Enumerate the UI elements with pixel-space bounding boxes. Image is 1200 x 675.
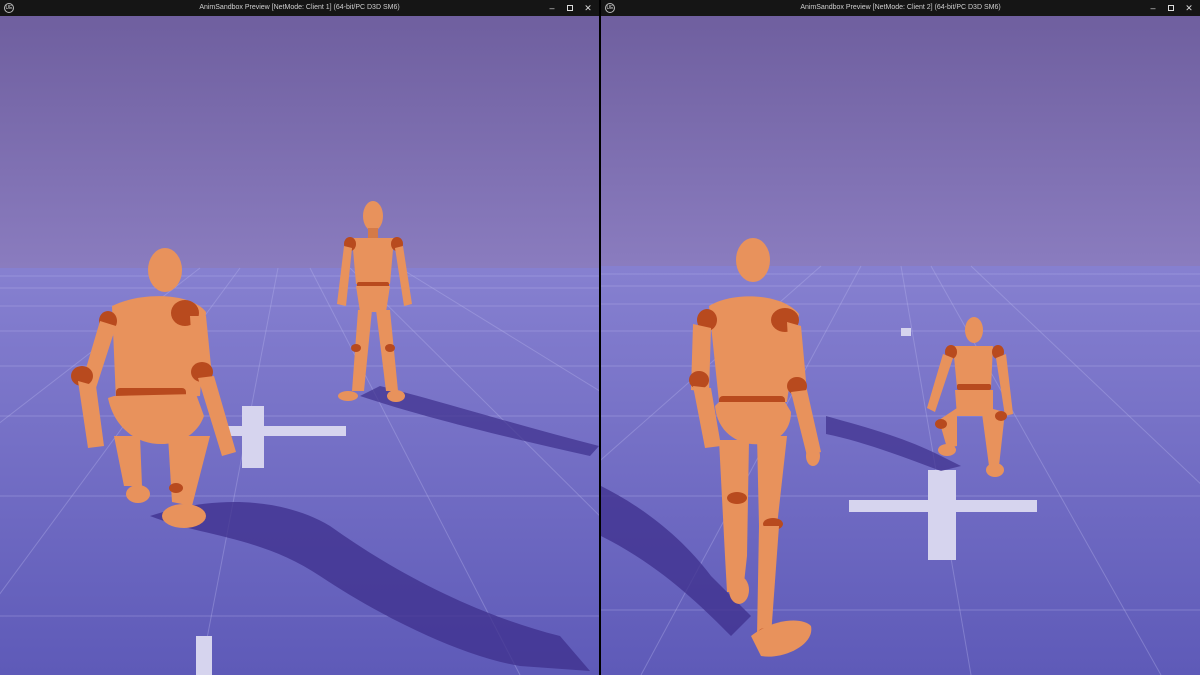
title-bar[interactable]: UE AnimSandbox Preview [NetMode: Client … <box>0 0 599 16</box>
window-title: AnimSandbox Preview [NetMode: Client 1] … <box>199 4 400 11</box>
scene-render <box>601 16 1200 675</box>
scene-render <box>0 16 599 675</box>
floor <box>601 266 1200 675</box>
game-viewport[interactable] <box>601 16 1200 675</box>
close-button[interactable]: ✕ <box>581 2 595 14</box>
game-viewport[interactable] <box>0 16 599 675</box>
maximize-button[interactable] <box>1164 2 1178 14</box>
client-2-window: UE AnimSandbox Preview [NetMode: Client … <box>601 0 1200 675</box>
minimize-button[interactable]: – <box>1146 2 1160 14</box>
minimize-button[interactable]: – <box>545 2 559 14</box>
client-1-window: UE AnimSandbox Preview [NetMode: Client … <box>0 0 599 675</box>
title-bar[interactable]: UE AnimSandbox Preview [NetMode: Client … <box>601 0 1200 16</box>
window-title: AnimSandbox Preview [NetMode: Client 2] … <box>800 4 1001 11</box>
close-button[interactable]: ✕ <box>1182 2 1196 14</box>
maximize-icon <box>1168 5 1174 11</box>
sky <box>0 16 599 268</box>
sky <box>601 16 1200 266</box>
maximize-icon <box>567 5 573 11</box>
maximize-button[interactable] <box>563 2 577 14</box>
